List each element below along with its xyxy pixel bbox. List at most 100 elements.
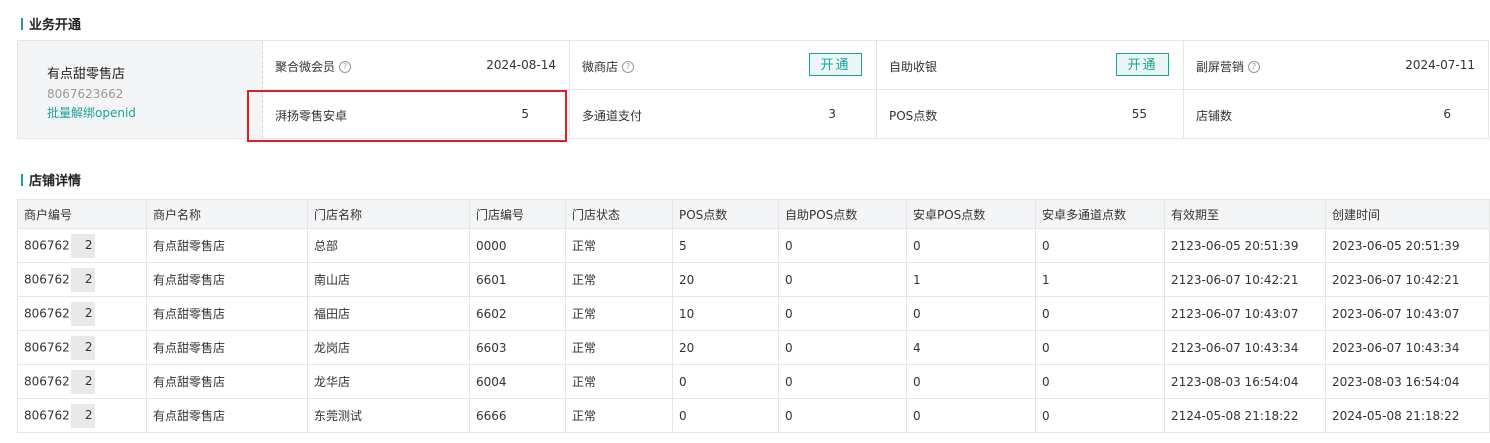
table-cell-self-pos: 0 [778, 398, 907, 433]
service-label: 店铺数 [1196, 109, 1233, 123]
table-cell-merchant-no: 806762 2 [17, 228, 147, 263]
table-cell-self-pos: 0 [778, 296, 907, 331]
service-label: POS点数 [889, 109, 938, 123]
table-cell-pos: 0 [672, 398, 779, 433]
table-cell-self-pos: 0 [778, 262, 907, 297]
table-cell-created: 2023-06-07 10:43:07 [1325, 296, 1490, 331]
service-label: 多通道支付 [582, 109, 643, 123]
service-label: 微商店 [582, 60, 619, 74]
table-cell-pos: 0 [672, 364, 779, 399]
table-cell-status: 正常 [565, 364, 673, 399]
service-cell-android-retail: 湃扬零售安卓 5 [263, 90, 570, 139]
table-cell-merchant-no: 806762 2 [17, 296, 147, 331]
table-cell-self-pos: 0 [778, 228, 907, 263]
column-header: 创建时间 [1325, 199, 1490, 229]
table-cell-store-name: 南山店 [307, 262, 470, 297]
service-cell-member: 聚合微会员? 2024-08-14 [263, 41, 570, 90]
service-value: 2024-08-14 [486, 58, 556, 72]
table-cell-valid-until: 2123-08-03 16:54:04 [1164, 364, 1326, 399]
merchant-no-text: 806762 [24, 306, 70, 320]
table-cell-store-name: 龙岗店 [307, 330, 470, 365]
table-cell-pos: 5 [672, 228, 779, 263]
table-cell-store-no: 6603 [469, 330, 566, 365]
table-row[interactable]: 806762 2 有点甜零售店 福田店 6602 正常 10 0 0 0 2123-06-07 10… [17, 296, 1490, 331]
column-header: 自助POS点数 [778, 199, 907, 229]
table-cell-merchant-name: 有点甜零售店 [146, 398, 308, 433]
service-label: 聚合微会员 [275, 60, 336, 74]
table-cell-pos: 20 [672, 330, 779, 365]
merchant-no-text: 806762 [24, 374, 70, 388]
table-cell-created: 2023-08-03 16:54:04 [1325, 364, 1490, 399]
table-cell-merchant-name: 有点甜零售店 [146, 262, 308, 297]
table-cell-pos: 10 [672, 296, 779, 331]
column-header: 门店名称 [307, 199, 470, 229]
table-row[interactable]: 806762 2 有点甜零售店 龙岗店 6603 正常 20 0 4 0 2123-06-07 10… [17, 330, 1490, 365]
store-summary: 有点甜零售店 8067623662 批量解绑openid [18, 41, 263, 138]
title-accent-bar [21, 17, 23, 30]
open-microstore-button[interactable]: 开通 [809, 53, 862, 76]
table-cell-valid-until: 2123-06-07 10:42:21 [1164, 262, 1326, 297]
table-row[interactable]: 806762 2 有点甜零售店 东莞测试 6666 正常 0 0 0 0 2124-05-08 21… [17, 398, 1490, 433]
business-section-title: 业务开通 [21, 14, 81, 33]
table-row[interactable]: 806762 2 有点甜零售店 龙华店 6004 正常 0 0 0 0 2123-08-03 16:… [17, 364, 1490, 399]
service-cell-pos: POS点数 55 [877, 90, 1184, 139]
table-cell-status: 正常 [565, 398, 673, 433]
table-cell-merchant-no: 806762 2 [17, 262, 147, 297]
table-cell-merchant-no: 806762 2 [17, 398, 147, 433]
column-header: 商户编号 [17, 199, 147, 229]
service-value: 6 [1443, 107, 1451, 121]
table-cell-merchant-name: 有点甜零售店 [146, 296, 308, 331]
table-cell-android-multi: 0 [1035, 330, 1165, 365]
column-header: POS点数 [672, 199, 779, 229]
service-label: 湃扬零售安卓 [275, 109, 348, 123]
table-cell-store-no: 0000 [469, 228, 566, 263]
table-cell-android-pos: 1 [906, 262, 1036, 297]
column-header: 安卓POS点数 [906, 199, 1036, 229]
merchant-no-tail: 2 [84, 374, 93, 388]
help-icon[interactable]: ? [339, 60, 352, 73]
merchant-no-tail: 2 [84, 340, 93, 354]
table-cell-android-multi: 0 [1035, 364, 1165, 399]
table-cell-valid-until: 2123-06-05 20:51:39 [1164, 228, 1326, 263]
service-value: 3 [828, 107, 836, 121]
table-cell-android-pos: 0 [906, 398, 1036, 433]
table-cell-created: 2023-06-07 10:42:21 [1325, 262, 1490, 297]
column-header: 门店状态 [565, 199, 673, 229]
help-icon[interactable]: ? [1248, 60, 1261, 73]
merchant-no-tail: 2 [84, 272, 93, 286]
table-cell-android-pos: 4 [906, 330, 1036, 365]
store-details-table-wrap: 商户编号 商户名称 门店名称 门店编号 门店状态 POS点数 自助POS点数 安卓POS点数安… [17, 199, 1490, 433]
service-cell-microstore: 微商店? 开通 [570, 41, 877, 90]
column-header: 商户名称 [146, 199, 308, 229]
table-cell-android-multi: 1 [1035, 262, 1165, 297]
service-label: 副屏营销 [1196, 60, 1245, 74]
business-panel: 有点甜零售店 8067623662 批量解绑openid 聚合微会员? 2024… [17, 40, 1489, 139]
table-cell-valid-until: 2124-05-08 21:18:22 [1164, 398, 1326, 433]
table-cell-merchant-no: 806762 2 [17, 364, 147, 399]
help-icon[interactable]: ? [622, 60, 635, 73]
table-cell-store-name: 总部 [307, 228, 470, 263]
store-name: 有点甜零售店 [47, 67, 126, 82]
unbind-openid-link[interactable]: 批量解绑openid [47, 104, 136, 121]
table-cell-valid-until: 2123-06-07 10:43:34 [1164, 330, 1326, 365]
service-cell-stores: 店铺数 6 [1184, 90, 1488, 139]
table-cell-valid-until: 2123-06-07 10:43:07 [1164, 296, 1326, 331]
column-header: 安卓多通道点数 [1035, 199, 1165, 229]
table-cell-status: 正常 [565, 296, 673, 331]
table-row[interactable]: 806762 2 有点甜零售店 南山店 6601 正常 20 0 1 1 2123-06-07 10… [17, 262, 1490, 297]
table-row[interactable]: 806762 2 有点甜零售店 总部 0000 正常 5 0 0 0 2123-06-05 20:5… [17, 228, 1490, 263]
merchant-no-text: 806762 [24, 408, 70, 422]
table-cell-merchant-name: 有点甜零售店 [146, 228, 308, 263]
column-header: 门店编号 [469, 199, 566, 229]
column-header: 有效期至 [1164, 199, 1326, 229]
table-cell-store-no: 6004 [469, 364, 566, 399]
service-cell-selfcheckout: 自助收银 开通 [877, 41, 1184, 90]
service-label: 自助收银 [889, 60, 938, 74]
store-details-table: 商户编号 商户名称 门店名称 门店编号 门店状态 POS点数 自助POS点数 安卓POS点数安… [17, 199, 1490, 433]
table-cell-merchant-name: 有点甜零售店 [146, 330, 308, 365]
table-cell-store-name: 龙华店 [307, 364, 470, 399]
table-cell-merchant-no: 806762 2 [17, 330, 147, 365]
table-cell-created: 2023-06-07 10:43:34 [1325, 330, 1490, 365]
open-selfcheckout-button[interactable]: 开通 [1116, 53, 1169, 76]
table-cell-pos: 20 [672, 262, 779, 297]
